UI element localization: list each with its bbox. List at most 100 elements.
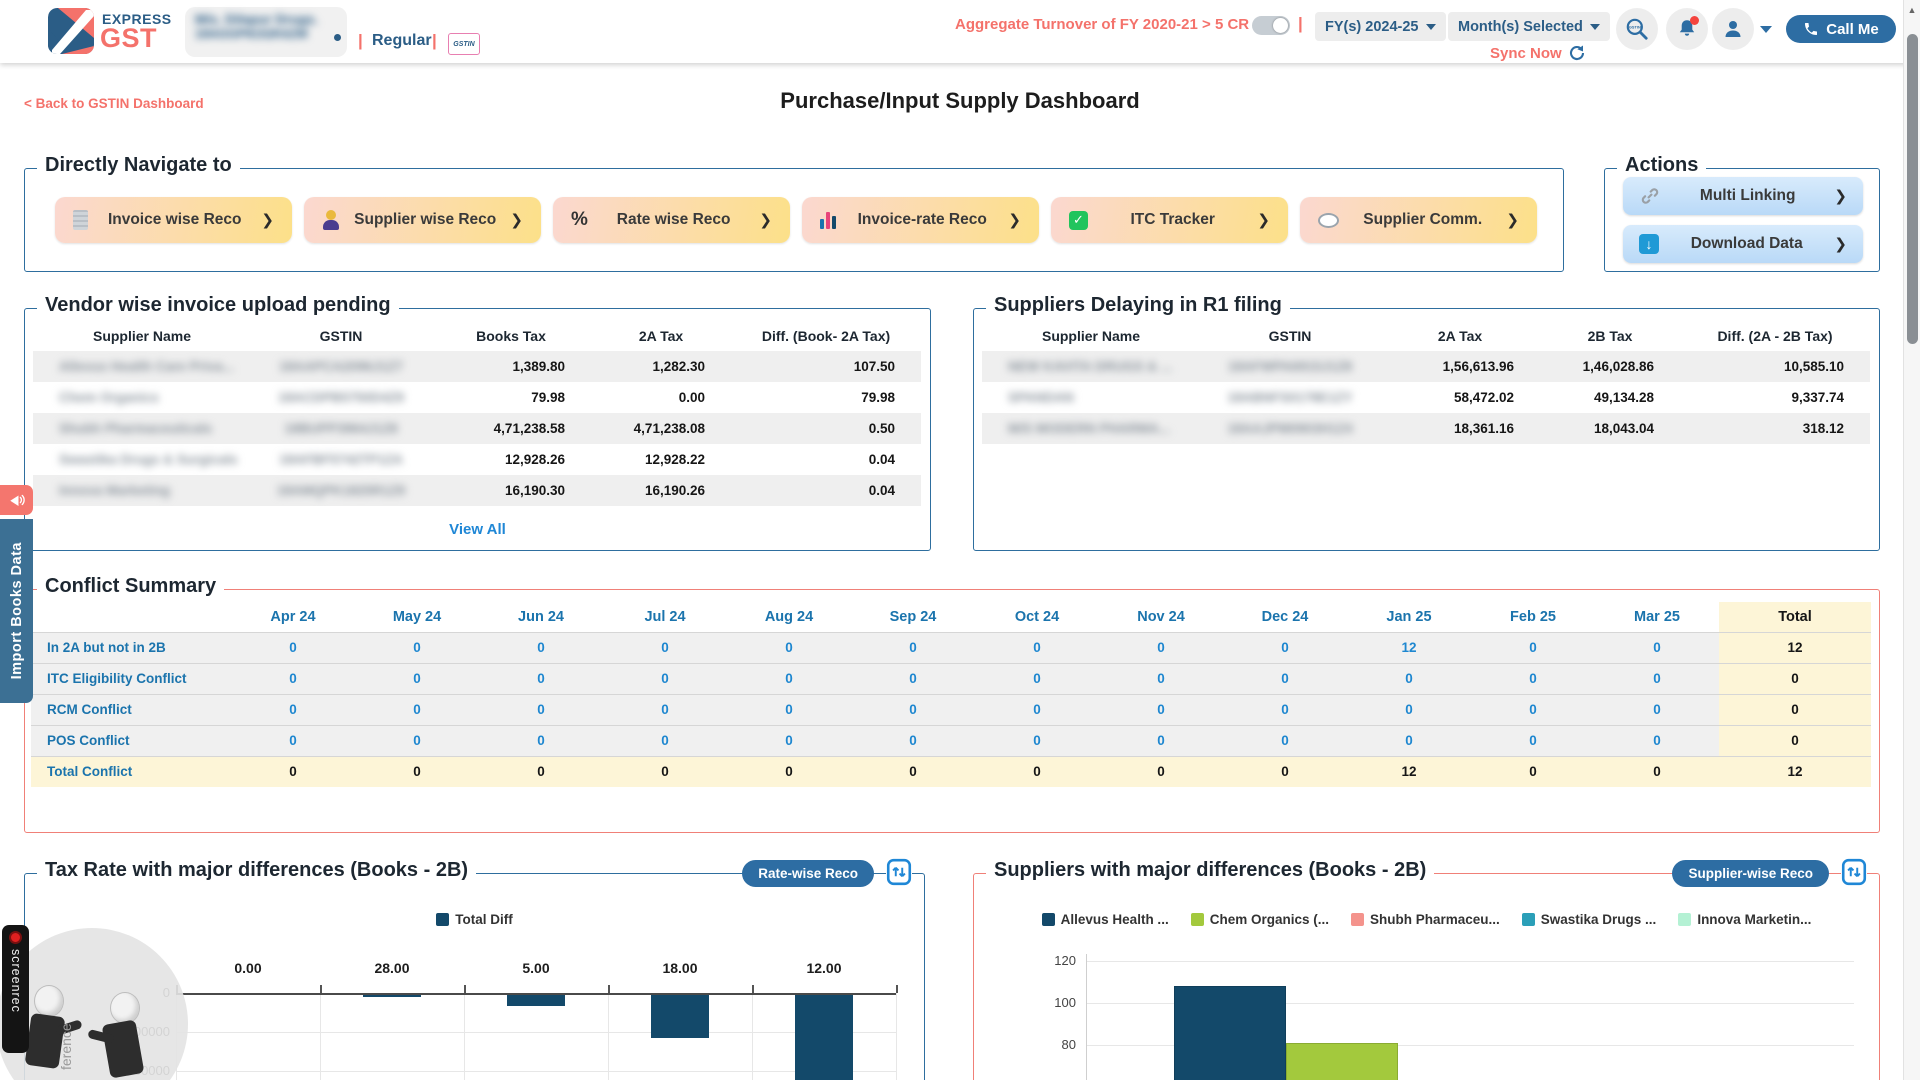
company-chip[interactable]: M/s. Dilapur Drugs. 18AGGP8152K6ZM: [185, 7, 347, 57]
conflict-count-cell[interactable]: 0: [1223, 756, 1347, 787]
month-column-header[interactable]: Nov 24: [1099, 602, 1223, 632]
conflict-count-cell[interactable]: 0: [727, 694, 851, 725]
gstin-search-button[interactable]: GSTIN: [1616, 8, 1658, 50]
supplier-comm-button[interactable]: Supplier Comm. ❯: [1300, 197, 1537, 243]
conflict-count-cell[interactable]: 0: [727, 663, 851, 694]
table-row[interactable]: Innova Marketing18AMQPK1825R1Z916,190.30…: [33, 475, 921, 506]
conflict-count-cell[interactable]: 0: [975, 663, 1099, 694]
conflict-count-cell[interactable]: 0: [1595, 632, 1719, 663]
conflict-count-cell[interactable]: 0: [727, 725, 851, 756]
conflict-count-cell[interactable]: 0: [1471, 694, 1595, 725]
conflict-count-cell[interactable]: 0: [1223, 663, 1347, 694]
conflict-count-cell[interactable]: 0: [851, 694, 975, 725]
conflict-count-cell[interactable]: 0: [355, 663, 479, 694]
download-data-button[interactable]: ↓ Download Data ❯: [1623, 225, 1863, 263]
conflict-count-cell[interactable]: 0: [1347, 663, 1471, 694]
export-icon[interactable]: [886, 858, 912, 886]
month-column-header[interactable]: Jun 24: [479, 602, 603, 632]
conflict-count-cell[interactable]: 0: [479, 725, 603, 756]
supplier-wise-reco-pill-button[interactable]: Supplier-wise Reco: [1672, 860, 1829, 887]
profile-button[interactable]: [1712, 8, 1754, 50]
month-column-header[interactable]: Feb 25: [1471, 602, 1595, 632]
bar-total-diff[interactable]: [507, 995, 565, 1006]
conflict-count-cell[interactable]: 0: [1595, 663, 1719, 694]
conflict-count-cell[interactable]: 0: [851, 663, 975, 694]
conflict-row-label[interactable]: RCM Conflict: [31, 694, 231, 725]
conflict-count-cell[interactable]: 0: [231, 725, 355, 756]
call-me-button[interactable]: Call Me: [1786, 15, 1896, 43]
month-column-header[interactable]: Apr 24: [231, 602, 355, 632]
supplier-wise-reco-button[interactable]: Supplier wise Reco ❯: [304, 197, 541, 243]
conflict-count-cell[interactable]: 0: [355, 756, 479, 787]
conflict-count-cell[interactable]: 0: [1223, 694, 1347, 725]
conflict-count-cell[interactable]: 0: [1595, 694, 1719, 725]
conflict-count-cell[interactable]: 0: [1099, 663, 1223, 694]
conflict-row-label[interactable]: In 2A but not in 2B: [31, 632, 231, 663]
conflict-count-cell[interactable]: 0: [1223, 725, 1347, 756]
conflict-count-cell[interactable]: 0: [1471, 632, 1595, 663]
scrollbar[interactable]: ▲: [1903, 0, 1920, 1080]
conflict-count-cell[interactable]: 12: [1347, 632, 1471, 663]
conflict-count-cell[interactable]: 0: [975, 632, 1099, 663]
table-row[interactable]: Allevus Health Care Priva...18AAPCA2096J…: [33, 351, 921, 382]
scroll-up-arrow[interactable]: ▲: [1904, 5, 1920, 15]
conflict-count-cell[interactable]: 0: [1223, 632, 1347, 663]
conflict-count-cell[interactable]: 0: [479, 756, 603, 787]
itc-tracker-button[interactable]: ✓ ITC Tracker ❯: [1051, 197, 1288, 243]
conflict-count-cell[interactable]: 0: [603, 756, 727, 787]
conflict-count-cell[interactable]: 12: [1347, 756, 1471, 787]
conflict-count-cell[interactable]: 0: [975, 725, 1099, 756]
back-to-gstin-dashboard-link[interactable]: < Back to GSTIN Dashboard: [24, 96, 204, 111]
conflict-count-cell[interactable]: 0: [479, 694, 603, 725]
bar-total-diff[interactable]: [795, 995, 853, 1080]
conflict-count-cell[interactable]: 0: [851, 756, 975, 787]
table-row[interactable]: Shubh Pharmaceuticals18BUPP3964J1Z84,71,…: [33, 413, 921, 444]
conflict-count-cell[interactable]: 0: [1471, 725, 1595, 756]
month-column-header[interactable]: Mar 25: [1595, 602, 1719, 632]
conflict-count-cell[interactable]: 0: [1471, 756, 1595, 787]
table-row[interactable]: M/S MODERN PHARMA...18AAJPM0903H1Z418,36…: [982, 413, 1870, 444]
conflict-count-cell[interactable]: 0: [231, 663, 355, 694]
conflict-count-cell[interactable]: 0: [231, 694, 355, 725]
conflict-count-cell[interactable]: 0: [851, 632, 975, 663]
conflict-count-cell[interactable]: 0: [1595, 756, 1719, 787]
notifications-button[interactable]: [1666, 8, 1708, 50]
month-column-header[interactable]: Oct 24: [975, 602, 1099, 632]
bar-total-diff[interactable]: [651, 995, 709, 1038]
rate-wise-reco-button[interactable]: % Rate wise Reco ❯: [553, 197, 790, 243]
table-row[interactable]: SPANDAN18ABNFS0178E1ZY58,472.0249,134.28…: [982, 382, 1870, 413]
conflict-count-cell[interactable]: 0: [355, 694, 479, 725]
conflict-count-cell[interactable]: 0: [479, 663, 603, 694]
chevron-down-icon[interactable]: [1760, 26, 1772, 33]
conflict-count-cell[interactable]: 0: [1099, 632, 1223, 663]
conflict-count-cell[interactable]: 0: [355, 632, 479, 663]
conflict-count-cell[interactable]: 0: [727, 756, 851, 787]
conflict-row-label[interactable]: Total Conflict: [31, 756, 231, 787]
month-column-header[interactable]: Sep 24: [851, 602, 975, 632]
multi-linking-button[interactable]: Multi Linking ❯: [1623, 177, 1863, 215]
table-row[interactable]: Swastika Drugs & Surgicals18AFBF5742TP1Z…: [33, 444, 921, 475]
conflict-count-cell[interactable]: 0: [603, 694, 727, 725]
conflict-count-cell[interactable]: 0: [727, 632, 851, 663]
announcements-tab[interactable]: [0, 485, 33, 515]
export-icon[interactable]: [1841, 858, 1867, 886]
conflict-count-cell[interactable]: 0: [1471, 663, 1595, 694]
conflict-count-cell[interactable]: 0: [1099, 756, 1223, 787]
month-column-header[interactable]: Jan 25: [1347, 602, 1471, 632]
invoice-rate-reco-button[interactable]: Invoice-rate Reco ❯: [802, 197, 1039, 243]
conflict-count-cell[interactable]: 0: [1099, 694, 1223, 725]
expressgst-logo[interactable]: [48, 8, 94, 54]
view-all-link[interactable]: View All: [25, 521, 930, 538]
conflict-count-cell[interactable]: 0: [603, 725, 727, 756]
conflict-row-label[interactable]: POS Conflict: [31, 725, 231, 756]
sync-now-button[interactable]: Sync Now: [1490, 44, 1586, 62]
fy-select[interactable]: FY(s) 2024-25: [1315, 12, 1446, 41]
conflict-count-cell[interactable]: 0: [355, 725, 479, 756]
conflict-count-cell[interactable]: 0: [1347, 725, 1471, 756]
bar-supplier-diff[interactable]: [1174, 986, 1286, 1080]
rate-wise-reco-pill-button[interactable]: Rate-wise Reco: [742, 860, 874, 887]
table-row[interactable]: NEW KAVITA DRUGS & ...18AFWPA6915J1Z81,5…: [982, 351, 1870, 382]
bar-supplier-diff[interactable]: [1286, 1043, 1398, 1080]
invoice-wise-reco-button[interactable]: Invoice wise Reco ❯: [55, 197, 292, 243]
bar-total-diff[interactable]: [363, 995, 421, 997]
